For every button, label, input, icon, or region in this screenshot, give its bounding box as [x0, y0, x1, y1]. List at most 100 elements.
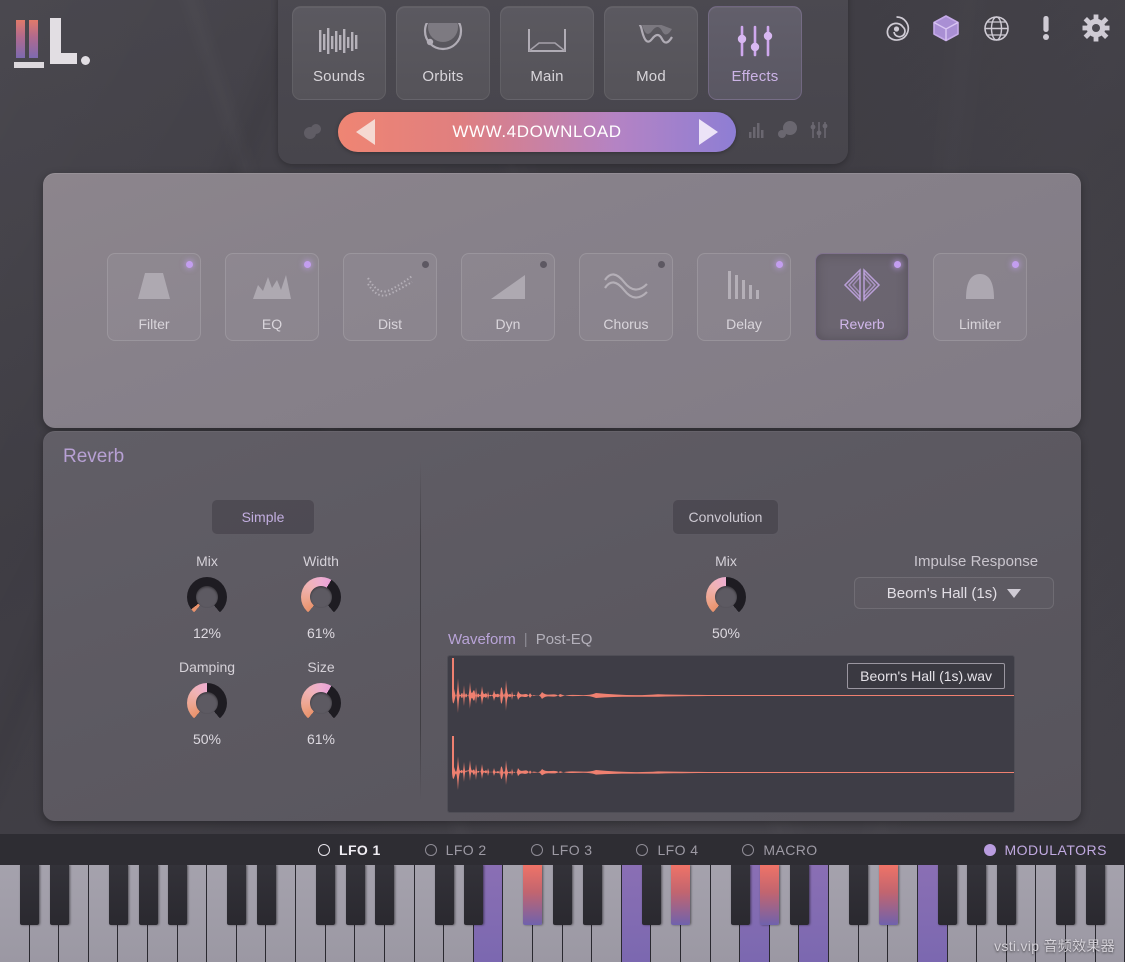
exclamation-icon[interactable] [1031, 13, 1061, 43]
black-key[interactable] [1056, 865, 1076, 925]
black-key[interactable] [227, 865, 247, 925]
black-key[interactable] [582, 865, 602, 925]
mod-source-label: LFO 1 [339, 841, 381, 858]
convolution-mode-button[interactable]: Convolution [672, 499, 779, 535]
black-key[interactable] [20, 865, 40, 925]
tab-label: Orbits [422, 68, 464, 85]
black-key[interactable] [1085, 865, 1105, 925]
knob-dial[interactable] [187, 683, 227, 723]
tab-sounds[interactable]: Sounds [292, 6, 386, 100]
black-key[interactable] [760, 865, 780, 925]
distortion-icon [344, 264, 436, 306]
circle-icon [636, 843, 649, 856]
tab-effects[interactable]: Effects [708, 6, 802, 100]
cube-icon[interactable] [931, 13, 961, 43]
black-key[interactable] [375, 865, 395, 925]
black-key[interactable] [168, 865, 188, 925]
effect-slot-filter[interactable]: Filter [107, 253, 201, 341]
knob-damping[interactable]: Damping 50% [167, 659, 247, 747]
modulators-toggle[interactable]: MODULATORS [983, 842, 1108, 858]
mod-source-lfo-2[interactable]: LFO 2 [424, 842, 487, 858]
next-preset-icon[interactable] [699, 119, 718, 145]
black-key[interactable] [967, 865, 987, 925]
simple-mode-button[interactable]: Simple [211, 499, 315, 535]
black-key[interactable] [671, 865, 691, 925]
black-key[interactable] [138, 865, 158, 925]
black-key[interactable] [108, 865, 128, 925]
knob-dial[interactable] [187, 577, 227, 617]
convolution-mode-label: Convolution [688, 509, 763, 525]
mod-source-macro[interactable]: MACRO [742, 842, 817, 858]
black-key[interactable] [316, 865, 336, 925]
black-key[interactable] [849, 865, 869, 925]
eq-curve-icon [226, 264, 318, 306]
tab-waveform[interactable]: Waveform [448, 631, 516, 648]
black-key[interactable] [434, 865, 454, 925]
black-key[interactable] [997, 865, 1017, 925]
slot-label: Delay [726, 316, 762, 332]
top-right-toolbar [881, 13, 1111, 43]
black-key[interactable] [553, 865, 572, 925]
prev-preset-icon[interactable] [356, 119, 375, 145]
knob-mix-convolution[interactable]: Mix 50% [686, 553, 766, 641]
logo-dot [81, 56, 90, 65]
knob-size[interactable]: Size 61% [281, 659, 361, 747]
mod-source-lfo-4[interactable]: LFO 4 [636, 842, 698, 858]
slot-label: Limiter [958, 316, 1001, 332]
waveform-bars-icon [293, 19, 385, 65]
impulse-response-select[interactable]: Beorn's Hall (1s) [854, 577, 1054, 609]
slot-label: Chorus [603, 316, 649, 332]
knob-dial[interactable] [301, 683, 341, 723]
black-key[interactable] [641, 865, 661, 925]
globe-icon[interactable] [981, 13, 1011, 43]
effects-rack-panel: Filter EQ Dist Dyn Chorus Delay Reverb L… [43, 173, 1081, 428]
black-key[interactable] [345, 865, 365, 925]
piano-keyboard[interactable]: vsti.vip 音频效果器 [0, 865, 1125, 962]
spiral-icon[interactable] [881, 13, 911, 43]
effect-slot-chorus[interactable]: Chorus [579, 253, 673, 341]
spectrum-icon[interactable] [747, 120, 767, 145]
effect-slot-dist[interactable]: Dist [343, 253, 437, 341]
knob-mix-simple[interactable]: Mix 12% [167, 553, 247, 641]
circle-icon [530, 843, 543, 856]
impulse-response-file-chip: Beorn's Hall (1s).wav [847, 663, 1005, 689]
black-key[interactable] [878, 865, 898, 925]
mixer-sliders-icon[interactable] [809, 120, 829, 145]
effect-slot-dyn[interactable]: Dyn [461, 253, 555, 341]
sliders-icon [709, 19, 801, 65]
chevron-down-icon[interactable] [1007, 588, 1022, 598]
mod-source-lfo-3[interactable]: LFO 3 [530, 842, 593, 858]
tab-orbits[interactable]: Orbits [396, 6, 490, 100]
knob-value: 61% [306, 731, 336, 747]
knob-dial[interactable] [706, 577, 746, 617]
black-key[interactable] [464, 865, 484, 925]
preset-banner[interactable]: WWW.4DOWNLOAD [338, 112, 736, 152]
tab-main[interactable]: Main [500, 6, 594, 100]
knob-width[interactable]: Width 61% [281, 553, 361, 641]
black-key[interactable] [49, 865, 69, 925]
slot-label: Dyn [495, 316, 521, 332]
tab-post-eq[interactable]: Post-EQ [536, 631, 593, 648]
top-navigation: Sounds Orbits Main Mod Effects WWW.4DOWN… [278, 0, 848, 164]
effect-slot-delay[interactable]: Delay [697, 253, 791, 341]
plugin-window: Sounds Orbits Main Mod Effects WWW.4DOWN… [0, 0, 1125, 962]
knob-dial[interactable] [301, 577, 341, 617]
waveform-display[interactable]: Beorn's Hall (1s).wav [447, 655, 1015, 813]
black-key[interactable] [730, 865, 750, 925]
mod-source-label: LFO 4 [657, 841, 699, 858]
gear-icon[interactable] [1081, 13, 1111, 43]
tab-mod[interactable]: Mod [604, 6, 698, 100]
black-key[interactable] [937, 865, 957, 925]
effect-slot-reverb[interactable]: Reverb [815, 253, 909, 341]
orbit-blob-icon[interactable] [777, 120, 799, 145]
black-key[interactable] [523, 865, 543, 925]
logo-letter-l [50, 18, 80, 64]
black-key[interactable] [256, 865, 276, 925]
black-key[interactable] [789, 865, 809, 925]
effect-slot-eq[interactable]: EQ [225, 253, 319, 341]
preset-browser-icon[interactable] [292, 121, 332, 143]
effect-slot-limiter[interactable]: Limiter [933, 253, 1027, 341]
mod-source-lfo-1[interactable]: LFO 1 [318, 842, 381, 858]
impulse-response-value: Beorn's Hall (1s) [886, 584, 998, 602]
tab-separator: | [523, 631, 528, 648]
